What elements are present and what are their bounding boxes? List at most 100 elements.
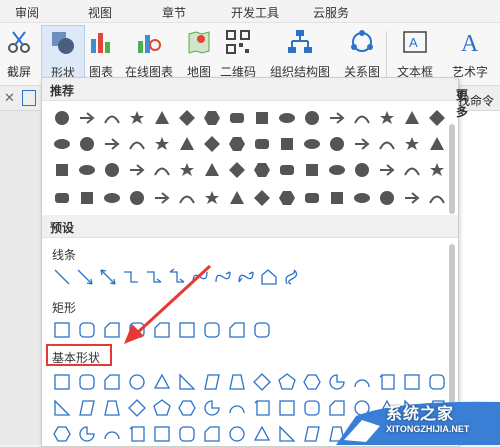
basic-shape[interactable] xyxy=(202,372,222,392)
recommended-shape[interactable] xyxy=(277,108,297,128)
basic-shape[interactable] xyxy=(277,424,297,444)
basic-shape[interactable] xyxy=(152,372,172,392)
recommended-shape[interactable] xyxy=(402,108,422,128)
rectangle-shape[interactable] xyxy=(227,320,247,340)
basic-shape[interactable] xyxy=(77,372,97,392)
recommended-shape[interactable] xyxy=(402,188,422,208)
basic-shape[interactable] xyxy=(102,372,122,392)
map-button[interactable]: 地图 xyxy=(184,25,214,81)
recommended-shape[interactable] xyxy=(352,134,372,154)
recommended-shape[interactable] xyxy=(102,108,122,128)
recommended-shape[interactable] xyxy=(152,160,172,180)
recommended-shape[interactable] xyxy=(377,188,397,208)
relation-chart-button[interactable]: 关系图 xyxy=(342,25,382,81)
basic-shape[interactable] xyxy=(277,398,297,418)
basic-shape[interactable] xyxy=(402,372,422,392)
recommended-shape[interactable] xyxy=(152,108,172,128)
tab-chapter[interactable]: 章节 xyxy=(162,4,186,21)
online-chart-button[interactable]: 在线图表 xyxy=(119,25,179,81)
basic-shape[interactable] xyxy=(377,372,397,392)
basic-shape[interactable] xyxy=(52,372,72,392)
line-shape[interactable] xyxy=(236,267,256,287)
line-shape[interactable] xyxy=(75,267,95,287)
recommended-shape[interactable] xyxy=(102,188,122,208)
recommended-shape[interactable] xyxy=(252,160,272,180)
recommended-shape[interactable] xyxy=(277,134,297,154)
basic-shape[interactable] xyxy=(177,424,197,444)
rectangle-shape[interactable] xyxy=(77,320,97,340)
basic-shape[interactable] xyxy=(252,372,272,392)
basic-shape[interactable] xyxy=(177,398,197,418)
recommended-shape[interactable] xyxy=(227,108,247,128)
tab-review[interactable]: 审阅 xyxy=(15,4,39,21)
rectangle-shape[interactable] xyxy=(52,320,72,340)
textbox-button[interactable]: A 文本框 xyxy=(390,25,440,81)
recommended-shape[interactable] xyxy=(152,134,172,154)
line-shape[interactable] xyxy=(259,267,279,287)
recommended-shape[interactable] xyxy=(127,108,147,128)
recommended-shape[interactable] xyxy=(302,108,322,128)
basic-shape[interactable] xyxy=(252,424,272,444)
close-icon[interactable]: ✕ xyxy=(4,90,15,106)
wordart-button[interactable]: A 艺术字 xyxy=(444,25,496,81)
recommended-shape[interactable] xyxy=(52,108,72,128)
basic-shape[interactable] xyxy=(77,398,97,418)
basic-shape[interactable] xyxy=(202,398,222,418)
basic-shape[interactable] xyxy=(227,372,247,392)
recommended-shape[interactable] xyxy=(127,188,147,208)
recommended-shape[interactable] xyxy=(177,160,197,180)
recommended-shape[interactable] xyxy=(102,134,122,154)
screenshot-button[interactable]: 截屏 xyxy=(0,25,38,81)
recommended-shape[interactable] xyxy=(227,160,247,180)
recommended-shape[interactable] xyxy=(352,160,372,180)
tab-cloud[interactable]: 云服务 xyxy=(313,4,349,21)
recommended-shape[interactable] xyxy=(202,188,222,208)
recommended-shape[interactable] xyxy=(202,134,222,154)
basic-shape[interactable] xyxy=(77,424,97,444)
tab-view[interactable]: 视图 xyxy=(88,4,112,21)
line-shape[interactable] xyxy=(282,267,302,287)
recommended-shape[interactable] xyxy=(152,188,172,208)
recommended-shape[interactable] xyxy=(327,134,347,154)
basic-shape[interactable] xyxy=(127,398,147,418)
recommended-shape[interactable] xyxy=(127,134,147,154)
document-icon[interactable] xyxy=(22,90,36,106)
recommended-shape[interactable] xyxy=(52,160,72,180)
basic-shape[interactable] xyxy=(52,398,72,418)
basic-shape[interactable] xyxy=(327,372,347,392)
recommended-shape[interactable] xyxy=(177,134,197,154)
recommended-shape[interactable] xyxy=(202,160,222,180)
org-chart-button[interactable]: 组织结构图 xyxy=(262,25,338,81)
recommended-shape[interactable] xyxy=(177,188,197,208)
recommended-shape[interactable] xyxy=(427,134,447,154)
recommended-shape[interactable] xyxy=(377,134,397,154)
qrcode-button[interactable]: 二维码 xyxy=(218,25,258,81)
recommended-shape[interactable] xyxy=(177,108,197,128)
recommend-scrollbar[interactable] xyxy=(449,124,455,214)
recommended-shape[interactable] xyxy=(402,160,422,180)
recommended-shape[interactable] xyxy=(302,188,322,208)
basic-shape[interactable] xyxy=(52,424,72,444)
basic-shape[interactable] xyxy=(102,398,122,418)
basic-shape[interactable] xyxy=(127,372,147,392)
recommended-shape[interactable] xyxy=(52,188,72,208)
recommended-shape[interactable] xyxy=(402,134,422,154)
recommended-shape[interactable] xyxy=(302,160,322,180)
chart-button[interactable]: 图表 xyxy=(86,25,116,81)
recommended-shape[interactable] xyxy=(277,188,297,208)
recommended-shape[interactable] xyxy=(327,108,347,128)
recommended-shape[interactable] xyxy=(77,160,97,180)
recommended-shape[interactable] xyxy=(352,108,372,128)
recommended-shape[interactable] xyxy=(352,188,372,208)
recommended-shape[interactable] xyxy=(77,108,97,128)
shapes-button[interactable]: 形状 xyxy=(41,25,85,83)
basic-shape[interactable] xyxy=(177,372,197,392)
recommended-shape[interactable] xyxy=(252,188,272,208)
basic-shape[interactable] xyxy=(102,424,122,444)
recommended-shape[interactable] xyxy=(327,160,347,180)
basic-shape[interactable] xyxy=(352,372,372,392)
basic-shape[interactable] xyxy=(227,424,247,444)
basic-shape[interactable] xyxy=(127,424,147,444)
recommended-shape[interactable] xyxy=(277,160,297,180)
recommended-shape[interactable] xyxy=(427,160,447,180)
